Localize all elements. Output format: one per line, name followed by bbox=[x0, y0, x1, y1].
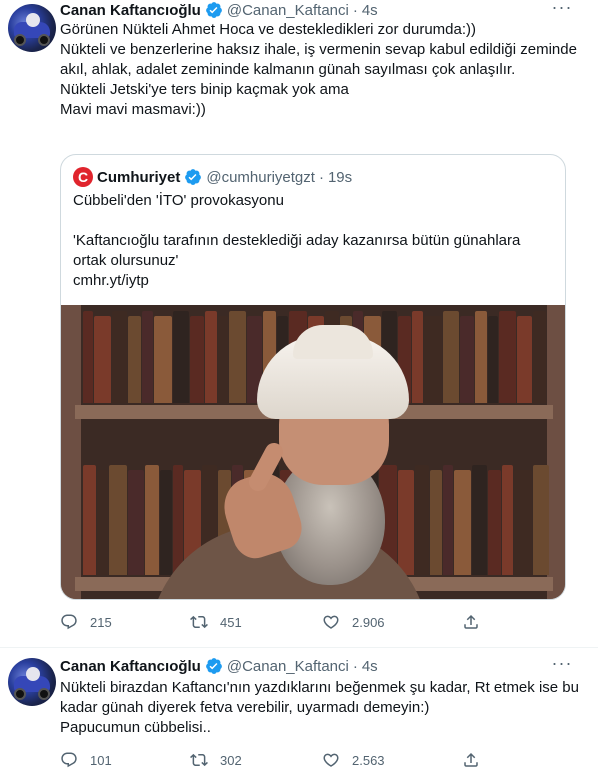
book-spine bbox=[112, 311, 127, 403]
like-icon bbox=[323, 753, 339, 767]
book-spine bbox=[533, 311, 546, 403]
book-spine bbox=[218, 316, 228, 403]
quoted-tweet-text: Cübbeli'den 'İTO' provokasyonu 'Kaftancı… bbox=[73, 192, 521, 289]
book-spine bbox=[533, 465, 549, 575]
book-spine bbox=[424, 316, 442, 403]
book-spine bbox=[173, 465, 183, 575]
tweet-actions: 101 302 2.563 bbox=[60, 750, 500, 770]
quoted-tweet[interactable]: C Cumhuriyet @cumhuriyetgzt · 19s Cübbel… bbox=[60, 154, 566, 600]
book-spine bbox=[398, 470, 414, 575]
book-spine bbox=[160, 470, 172, 575]
book-spine bbox=[97, 470, 108, 575]
tweet-header: Canan Kaftancıoğlu @Canan_Kaftanci · 4s bbox=[60, 0, 378, 20]
reply-icon bbox=[61, 614, 77, 630]
share-icon bbox=[464, 752, 478, 767]
book-spine bbox=[128, 316, 141, 403]
author-name[interactable]: Canan Kaftancıoğlu bbox=[60, 2, 201, 19]
author-handle[interactable]: @Canan_Kaftanci bbox=[227, 658, 349, 675]
like-icon bbox=[323, 615, 339, 629]
share-button[interactable] bbox=[462, 750, 492, 770]
tweet-time[interactable]: 4s bbox=[362, 2, 378, 19]
tweet-text: Görünen Nükteli Ahmet Hoca ve destekledi… bbox=[60, 21, 577, 118]
separator-dot: · bbox=[318, 168, 324, 186]
tweet-text: Nükteli birazdan Kaftancı'nın yazdıkları… bbox=[60, 679, 579, 736]
tweet[interactable]: Canan Kaftancıoğlu @Canan_Kaftanci · 4s … bbox=[0, 648, 598, 780]
author-handle[interactable]: @Canan_Kaftanci bbox=[227, 2, 349, 19]
book-spine bbox=[145, 465, 159, 575]
tweet[interactable]: Canan Kaftancıoğlu @Canan_Kaftanci · 4s … bbox=[0, 0, 598, 648]
quoted-author-name: Cumhuriyet bbox=[97, 168, 181, 186]
book-spine bbox=[83, 465, 96, 575]
reply-count: 101 bbox=[90, 752, 112, 768]
share-icon bbox=[464, 614, 478, 629]
separator-dot: · bbox=[352, 657, 358, 675]
verified-badge-icon bbox=[205, 1, 223, 19]
retweet-button[interactable]: 451 bbox=[190, 612, 242, 632]
book-spine bbox=[472, 465, 487, 575]
book-spine bbox=[499, 311, 516, 403]
more-icon[interactable]: ··· bbox=[550, 654, 574, 676]
book-spine bbox=[205, 311, 217, 403]
book-spine bbox=[460, 316, 474, 403]
author-avatar[interactable] bbox=[8, 658, 56, 706]
quoted-tweet-time: 19s bbox=[327, 168, 353, 186]
tweet-header: Canan Kaftancıoğlu @Canan_Kaftanci · 4s bbox=[60, 656, 378, 676]
retweet-icon bbox=[190, 753, 208, 767]
book-spine bbox=[94, 316, 111, 403]
quoted-tweet-image[interactable] bbox=[61, 305, 565, 599]
tweet-actions: 215 451 2.906 bbox=[60, 612, 500, 632]
book-spine bbox=[142, 311, 153, 403]
book-spine bbox=[190, 316, 204, 403]
tweet-time[interactable]: 4s bbox=[362, 658, 378, 675]
book-spine bbox=[415, 465, 429, 575]
book-spine bbox=[173, 311, 189, 403]
book-spine bbox=[475, 311, 487, 403]
book-spine bbox=[443, 311, 459, 403]
book-spine bbox=[229, 311, 246, 403]
cumhuriyet-logo: C bbox=[73, 167, 93, 187]
book-spine bbox=[514, 470, 532, 575]
like-button[interactable]: 2.563 bbox=[322, 750, 385, 770]
reply-icon bbox=[61, 752, 77, 768]
retweet-button[interactable]: 302 bbox=[190, 750, 242, 770]
book-spine bbox=[502, 465, 513, 575]
quoted-tweet-header: C Cumhuriyet @cumhuriyetgzt · 19s bbox=[73, 167, 352, 187]
book-spine bbox=[83, 311, 93, 403]
book-spine bbox=[412, 311, 423, 403]
like-button[interactable]: 2.906 bbox=[322, 612, 385, 632]
like-count: 2.563 bbox=[352, 752, 385, 768]
reply-button[interactable]: 101 bbox=[60, 750, 112, 770]
book-spine bbox=[443, 465, 453, 575]
book-spine bbox=[430, 470, 442, 575]
verified-badge-icon bbox=[184, 168, 202, 186]
reply-count: 215 bbox=[90, 614, 112, 630]
reply-button[interactable]: 215 bbox=[60, 612, 112, 632]
author-avatar[interactable] bbox=[8, 4, 56, 52]
book-spine bbox=[488, 470, 501, 575]
separator-dot: · bbox=[352, 1, 358, 19]
book-spine bbox=[128, 470, 144, 575]
book-spine bbox=[488, 316, 498, 403]
share-button[interactable] bbox=[462, 612, 492, 632]
book-spine bbox=[109, 465, 127, 575]
retweet-icon bbox=[190, 615, 208, 629]
book-spine bbox=[154, 316, 172, 403]
more-icon[interactable]: ··· bbox=[550, 0, 574, 20]
author-name[interactable]: Canan Kaftancıoğlu bbox=[60, 658, 201, 675]
retweet-count: 302 bbox=[220, 752, 242, 768]
book-spine bbox=[517, 316, 532, 403]
quoted-author-handle: @cumhuriyetgzt bbox=[206, 168, 315, 186]
retweet-count: 451 bbox=[220, 614, 242, 630]
like-count: 2.906 bbox=[352, 614, 385, 630]
book-spine bbox=[454, 470, 471, 575]
verified-badge-icon bbox=[205, 657, 223, 675]
